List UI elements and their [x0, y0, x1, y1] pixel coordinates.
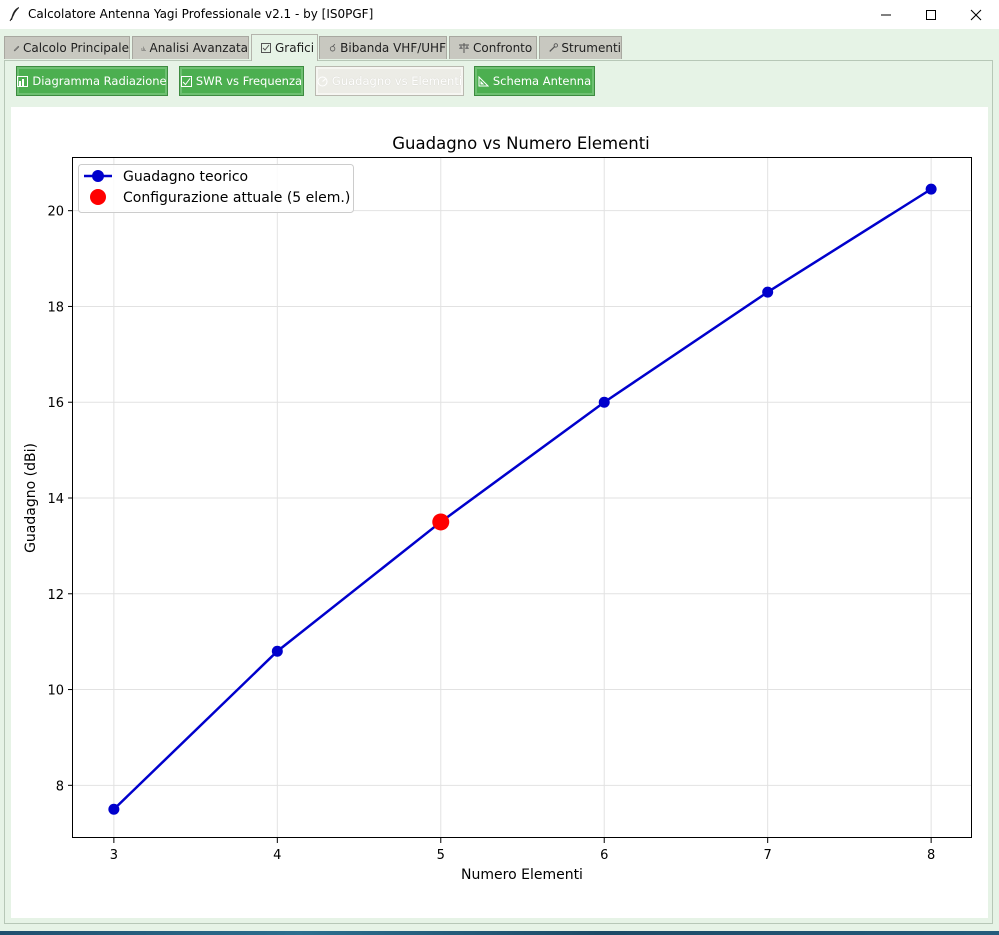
series-line: [112, 188, 932, 811]
data-point: [108, 803, 120, 815]
y-tick-label: 18: [47, 300, 64, 315]
legend: Guadagno teorico Configurazione attuale …: [78, 164, 354, 213]
data-point: [598, 396, 610, 408]
bar-chart-icon: [17, 75, 29, 87]
chart-icon: [141, 46, 147, 51]
tab-label: Calcolo Principale: [22, 41, 129, 55]
btn-swr-vs-frequenza[interactable]: SWR vs Frequenza: [179, 66, 304, 96]
tab-analisi-avanzata[interactable]: Analisi Avanzata: [132, 36, 249, 59]
y-axis: 8 10 12 14 16 18 20: [47, 205, 73, 794]
x-tick-label: 3: [110, 848, 118, 863]
chart-title: Guadagno vs Numero Elementi: [392, 134, 650, 153]
y-tick-label: 16: [47, 396, 64, 411]
x-axis: 3 4 5 6 7 8: [110, 838, 935, 863]
x-axis-label: Numero Elementi: [461, 867, 583, 883]
tab-confronto[interactable]: Confronto: [449, 36, 537, 59]
close-button[interactable]: [953, 0, 999, 29]
button-label: Diagramma Radiazione: [32, 74, 167, 88]
maximize-icon: [926, 9, 936, 20]
btn-guadagno-vs-elementi[interactable]: Guadagno vs Elementi: [315, 66, 464, 96]
tool-icon: [549, 43, 558, 52]
legend-marker-swatch: [92, 170, 104, 182]
taskbar-strip: [0, 931, 999, 935]
tab-calcolo-principale[interactable]: Calcolo Principale: [4, 36, 130, 59]
close-icon: [970, 9, 982, 20]
button-label: Guadagno vs Elementi: [331, 74, 463, 88]
tab-label: Grafici: [275, 41, 315, 55]
x-tick-label: 7: [764, 848, 772, 863]
tab-label: Analisi Avanzata: [149, 41, 248, 55]
button-label: Schema Antenna: [492, 74, 592, 88]
data-point: [271, 645, 283, 657]
tab-label: Confronto: [473, 41, 533, 55]
y-tick-label: 20: [47, 205, 64, 220]
tab-strumenti[interactable]: Strumenti: [539, 36, 622, 59]
legend-highlight-swatch: [90, 189, 106, 205]
checkbox-icon: [261, 43, 271, 53]
legend-highlight-label: Configurazione attuale (5 elem.): [123, 190, 350, 206]
x-tick-label: 8: [927, 848, 935, 863]
y-tick-label: 10: [47, 684, 64, 699]
btn-diagramma-radiazione[interactable]: Diagramma Radiazione: [16, 66, 168, 96]
y-tick-label: 14: [47, 492, 64, 507]
data-point: [762, 286, 774, 298]
tab-bibanda[interactable]: Bibanda VHF/UHF: [319, 36, 447, 59]
pencil-icon: [13, 45, 20, 52]
x-tick-label: 5: [437, 848, 445, 863]
scales-icon: [459, 43, 469, 53]
series-layer: [108, 183, 937, 815]
satellite-icon: [329, 43, 336, 52]
checkbox-icon: [180, 75, 192, 87]
x-tick-label: 6: [600, 848, 608, 863]
ruler-triangle-icon: [478, 75, 489, 86]
y-tick-label: 12: [47, 588, 64, 603]
tab-label: Strumenti: [561, 41, 621, 55]
grid: [73, 158, 972, 838]
button-label: SWR vs Frequenza: [195, 74, 303, 88]
maximize-button[interactable]: [908, 0, 954, 29]
gauge-icon: [317, 76, 328, 86]
x-tick-label: 4: [273, 848, 281, 863]
tab-label: Bibanda VHF/UHF: [340, 41, 446, 55]
gain-chart: Guadagno vs Numero Elementi 3 4 5 6 7 8 8 10 12…: [23, 134, 972, 883]
y-tick-label: 8: [56, 779, 64, 794]
title-bar: Calcolatore Antenna Yagi Professionale v…: [0, 0, 999, 29]
data-point: [925, 183, 937, 195]
minimize-icon: [881, 14, 891, 15]
feather-icon: [9, 7, 19, 22]
chart-area: Guadagno vs Numero Elementi 3 4 5 6 7 8 8 10 12…: [11, 107, 988, 918]
current-config-point: [432, 513, 450, 531]
tab-grafici[interactable]: Grafici: [251, 34, 318, 61]
window-title: Calcolatore Antenna Yagi Professionale v…: [28, 7, 374, 21]
legend-series-label: Guadagno teorico: [123, 169, 248, 185]
btn-schema-antenna[interactable]: Schema Antenna: [474, 66, 595, 96]
y-axis-label: Guadagno (dBi): [23, 443, 39, 553]
minimize-button[interactable]: [863, 0, 909, 29]
